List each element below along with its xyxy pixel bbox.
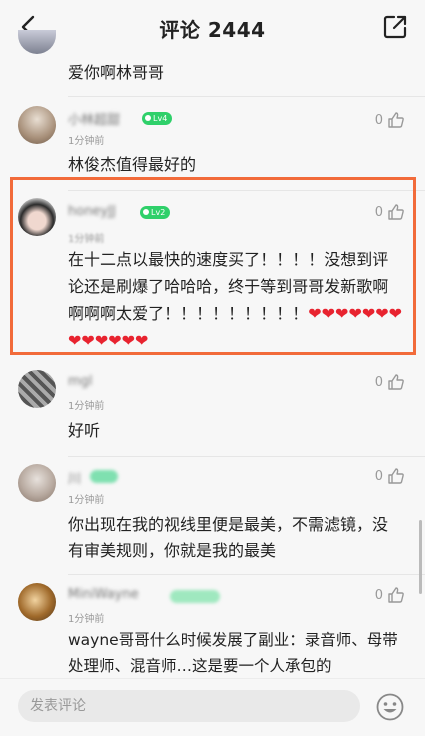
- like-button[interactable]: 0: [375, 467, 405, 485]
- like-count: 0: [374, 468, 383, 484]
- level-label: Lv4: [153, 114, 168, 123]
- avatar[interactable]: [18, 464, 56, 502]
- comment-text: wayne哥哥什么时候发展了副业：录音师、母带处理师、混音师…这是要一个人承包的: [68, 631, 398, 675]
- level-badge: [90, 470, 118, 483]
- comment-text: 爱你啊林哥哥: [68, 63, 165, 82]
- page-title: 评论 2444: [159, 18, 266, 42]
- divider: [68, 574, 425, 575]
- divider: [68, 96, 425, 97]
- username[interactable]: MiniWayne: [68, 587, 139, 602]
- share-button[interactable]: [381, 13, 409, 41]
- like-count: 0: [374, 112, 383, 128]
- level-badge: [170, 590, 220, 603]
- comment-time: 1分钟前: [68, 614, 105, 625]
- like-button[interactable]: 0: [375, 586, 405, 604]
- avatar[interactable]: [18, 106, 56, 144]
- comment-time: 1分钟前: [68, 495, 105, 506]
- like-count: 0: [374, 374, 383, 390]
- comment-text: 好听: [68, 421, 101, 440]
- comment-text: 林俊杰值得最好的: [68, 155, 197, 174]
- like-count: 0: [374, 587, 383, 603]
- like-button[interactable]: 0: [375, 373, 405, 391]
- smiley-icon: [376, 693, 404, 721]
- comment-time: 1分钟前: [68, 401, 105, 412]
- thumbs-up-icon: [388, 587, 404, 603]
- like-button[interactable]: 0: [375, 111, 405, 129]
- comment-text: 你出现在我的视线里便是最美，不需滤镜，没有审美规则，你就是我的最美: [68, 515, 389, 560]
- comment-time: 1分钟前: [68, 136, 105, 147]
- username[interactable]: 川: [68, 468, 81, 487]
- thumbs-up-icon: [388, 468, 404, 484]
- avatar[interactable]: [18, 583, 56, 621]
- scrollbar[interactable]: [419, 520, 422, 594]
- comment-bar: 发表评论: [0, 678, 425, 736]
- highlight-box: [10, 177, 416, 355]
- share-icon: [383, 15, 407, 39]
- top-bar: 评论 2444: [0, 0, 425, 54]
- level-badge: Lv4: [142, 112, 173, 125]
- comment-input[interactable]: 发表评论: [18, 690, 360, 722]
- emoji-button[interactable]: [375, 692, 405, 722]
- username[interactable]: mgl: [68, 374, 93, 389]
- thumbs-up-icon: [388, 112, 404, 128]
- avatar[interactable]: [18, 370, 56, 408]
- divider: [68, 456, 425, 457]
- thumbs-up-icon: [388, 374, 404, 390]
- username[interactable]: 小林超甜: [68, 109, 120, 128]
- level-dot: [145, 115, 151, 121]
